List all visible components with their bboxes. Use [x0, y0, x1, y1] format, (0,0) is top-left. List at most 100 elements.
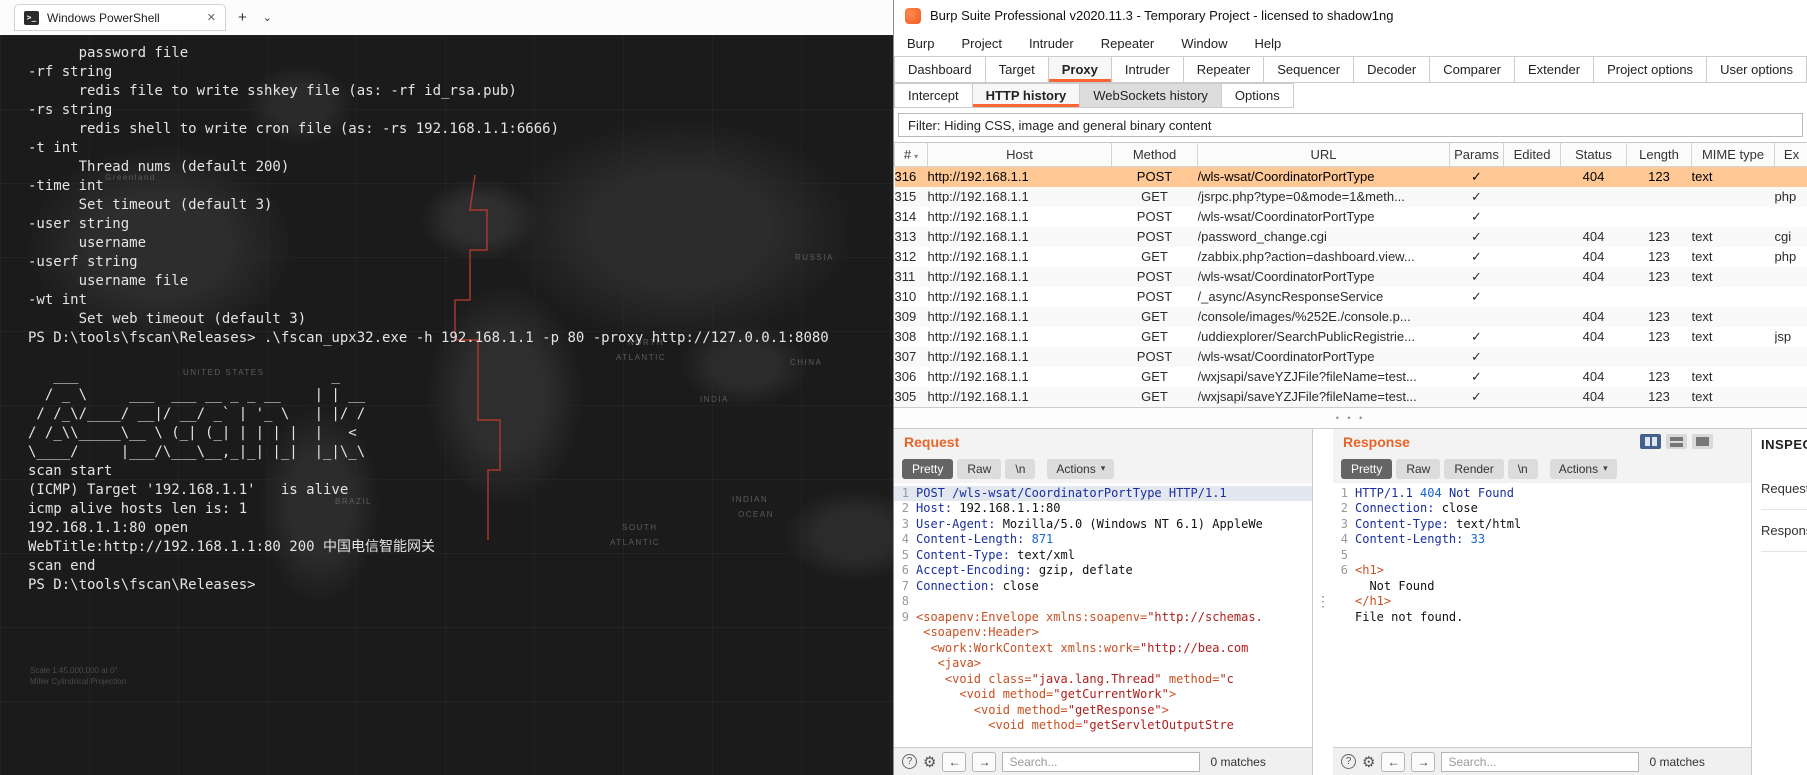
main-tab-extender[interactable]: Extender	[1514, 56, 1595, 83]
terminal-line: username	[28, 235, 147, 251]
table-body: 316 http://192.168.1.1 POST/wls-wsat/Coord…	[894, 166, 1807, 407]
column-header-url[interactable]: URL	[1197, 142, 1450, 167]
menu-item-repeater[interactable]: Repeater	[1101, 36, 1154, 51]
terminal-line: ___ _	[28, 368, 340, 384]
gear-icon[interactable]: ⚙	[923, 753, 936, 771]
terminal-line: WebTitle:http://192.168.1.1:80 200 中国电信智…	[28, 539, 436, 555]
powershell-tab[interactable]: >_ Windows PowerShell ✕	[14, 4, 226, 31]
table-header-row: # ▾ Host Method URL Params Edited Status Length M…	[894, 142, 1807, 167]
column-header-length[interactable]: Length	[1626, 142, 1692, 167]
column-header-edited[interactable]: Edited	[1503, 142, 1561, 167]
table-row[interactable]: 311 http://192.168.1.1 POST/wls-wsat/Coord…	[894, 266, 1807, 287]
table-row[interactable]: 309 http://192.168.1.1 GET/console/images/…	[894, 306, 1807, 327]
column-header--[interactable]: # ▾	[894, 142, 928, 167]
sub-tab-options[interactable]: Options	[1220, 83, 1294, 108]
code-line: <void method="getServletOutputStre	[916, 718, 1234, 732]
inspector-section[interactable]: Response	[1761, 510, 1807, 552]
horizontal-splitter[interactable]: • • •	[894, 406, 1807, 429]
table-row[interactable]: 307 http://192.168.1.1 POST/wls-wsat/Coord…	[894, 346, 1807, 367]
main-tab-bar: Dashboard Target Proxy Intruder Repeater Sequ…	[894, 56, 1807, 83]
tab-dropdown-icon[interactable]: ⌄	[263, 11, 272, 24]
vertical-splitter[interactable]: ⋮	[1313, 428, 1333, 775]
next-match-button[interactable]: →	[972, 751, 997, 772]
burp-title-bar: Burp Suite Professional v2020.11.3 - Tem…	[894, 0, 1807, 31]
response-tab-pretty[interactable]: Pretty	[1341, 458, 1393, 479]
response-tab-n[interactable]: \n	[1507, 458, 1538, 479]
response-search-input[interactable]	[1441, 751, 1640, 772]
window-title: Burp Suite Professional v2020.11.3 - Tem…	[930, 8, 1394, 23]
main-tab-decoder[interactable]: Decoder	[1353, 56, 1431, 83]
column-header-ex[interactable]: Ex	[1774, 142, 1807, 167]
http-history-table: # ▾ Host Method URL Params Edited Status Length M…	[894, 142, 1807, 407]
sub-tab-websockets-history[interactable]: WebSockets history	[1079, 83, 1222, 108]
request-tab-n[interactable]: \n	[1005, 458, 1036, 479]
next-match-button[interactable]: →	[1411, 751, 1436, 772]
menu-item-help[interactable]: Help	[1254, 36, 1281, 51]
menu-item-project[interactable]: Project	[961, 36, 1001, 51]
table-row[interactable]: 315 http://192.168.1.1 GET/jsrpc.php?type=…	[894, 186, 1807, 207]
gear-icon[interactable]: ⚙	[1362, 753, 1375, 771]
burp-window: Burp Suite Professional v2020.11.3 - Tem…	[893, 0, 1807, 775]
terminal-line: redis shell to write cron file (as: -rs …	[28, 121, 560, 137]
response-search-bar: ? ⚙ ← → 0 matches	[1333, 747, 1751, 775]
response-tab-render[interactable]: Render	[1444, 458, 1504, 479]
terminal-line: Thread nums (default 200)	[28, 159, 290, 175]
menu-item-burp[interactable]: Burp	[907, 36, 934, 51]
column-header-method[interactable]: Method	[1111, 142, 1198, 167]
main-tab-intruder[interactable]: Intruder	[1110, 56, 1184, 83]
main-tab-proxy[interactable]: Proxy	[1047, 56, 1112, 83]
terminal-line: -user string	[28, 216, 130, 232]
request-header: Request	[894, 428, 1312, 455]
response-code[interactable]: 1 HTTP/1.1 404 Not Found 2 Connection: clos…	[1333, 482, 1751, 747]
filter-bar[interactable]: Filter: Hiding CSS, image and general bi…	[898, 113, 1803, 137]
request-code[interactable]: 1 POST /wls-wsat/CoordinatorPortType HTTP…	[894, 482, 1312, 747]
table-row[interactable]: 310 http://192.168.1.1 POST/_async/AsyncRe…	[895, 287, 1807, 307]
prev-match-button[interactable]: ←	[942, 751, 967, 772]
sub-tab-intercept[interactable]: Intercept	[894, 83, 973, 108]
menu-item-window[interactable]: Window	[1181, 36, 1227, 51]
code-line: 8	[901, 594, 909, 608]
table-row[interactable]: 316 http://192.168.1.1 POST/wls-wsat/Coord…	[894, 166, 1807, 187]
code-line: 4 Content-Length: 871	[901, 532, 1054, 546]
column-header-status[interactable]: Status	[1560, 142, 1627, 167]
main-tab-target[interactable]: Target	[984, 56, 1049, 83]
sub-tab-http-history[interactable]: HTTP history	[971, 83, 1081, 108]
main-tab-repeater[interactable]: Repeater	[1182, 56, 1265, 83]
request-tab-pretty[interactable]: Pretty	[902, 458, 954, 479]
column-header-mime-type[interactable]: MIME type	[1691, 142, 1775, 167]
table-row[interactable]: 305 http://192.168.1.1 GET/wxjsapi/saveYZJ…	[894, 386, 1807, 407]
layout-rows-button[interactable]	[1666, 434, 1687, 449]
main-tab-sequencer[interactable]: Sequencer	[1263, 56, 1355, 83]
column-header-params[interactable]: Params	[1449, 142, 1504, 167]
help-icon[interactable]: ?	[1341, 754, 1356, 769]
help-icon[interactable]: ?	[902, 754, 917, 769]
map-scale-note: Scale 1:45,000,000 at 0° Miller Cylindri…	[30, 665, 126, 687]
menu-item-intruder[interactable]: Intruder	[1029, 36, 1074, 51]
layout-single-button[interactable]	[1692, 434, 1713, 449]
table-row[interactable]: 314 http://192.168.1.1 POST/wls-wsat/Coord…	[895, 207, 1807, 227]
prev-match-button[interactable]: ←	[1381, 751, 1406, 772]
code-line: <java>	[916, 656, 982, 670]
main-tab-comparer[interactable]: Comparer	[1429, 56, 1516, 83]
table-row[interactable]: 312 http://192.168.1.1 GET/zabbix.php?acti…	[895, 247, 1807, 267]
terminal-viewport[interactable]: Greenland RUSSIA UNITED STATES NORTH ATLANTI…	[0, 35, 893, 775]
close-tab-icon[interactable]: ✕	[207, 11, 216, 24]
response-actions-button[interactable]: Actions ▾	[1549, 458, 1617, 479]
inspector-section[interactable]: Request Attributes	[1761, 468, 1807, 510]
splitter-drag-dots: ⋮	[1316, 593, 1330, 610]
request-tab-raw[interactable]: Raw	[957, 458, 1002, 479]
chevron-down-icon: ▾	[1603, 463, 1608, 473]
column-header-host[interactable]: Host	[927, 142, 1112, 167]
table-row[interactable]: 308 http://192.168.1.1 GET/uddiexplorer/Se…	[895, 327, 1807, 347]
request-search-input[interactable]	[1002, 751, 1201, 772]
main-tab-dashboard[interactable]: Dashboard	[894, 56, 986, 83]
terminal-line: / _ \ ___ ___ __ _ _ __ | | __	[28, 387, 366, 403]
layout-columns-button[interactable]	[1640, 434, 1661, 449]
new-tab-button[interactable]: +	[238, 9, 247, 26]
main-tab-user-options[interactable]: User options	[1706, 56, 1807, 83]
table-row[interactable]: 313 http://192.168.1.1 POST/password_chang…	[894, 226, 1807, 247]
main-tab-project-options[interactable]: Project options	[1593, 56, 1708, 83]
response-tab-raw[interactable]: Raw	[1396, 458, 1441, 479]
request-actions-button[interactable]: Actions ▾	[1047, 458, 1115, 479]
table-row[interactable]: 306 http://192.168.1.1 GET/wxjsapi/saveYZJ…	[895, 367, 1807, 387]
